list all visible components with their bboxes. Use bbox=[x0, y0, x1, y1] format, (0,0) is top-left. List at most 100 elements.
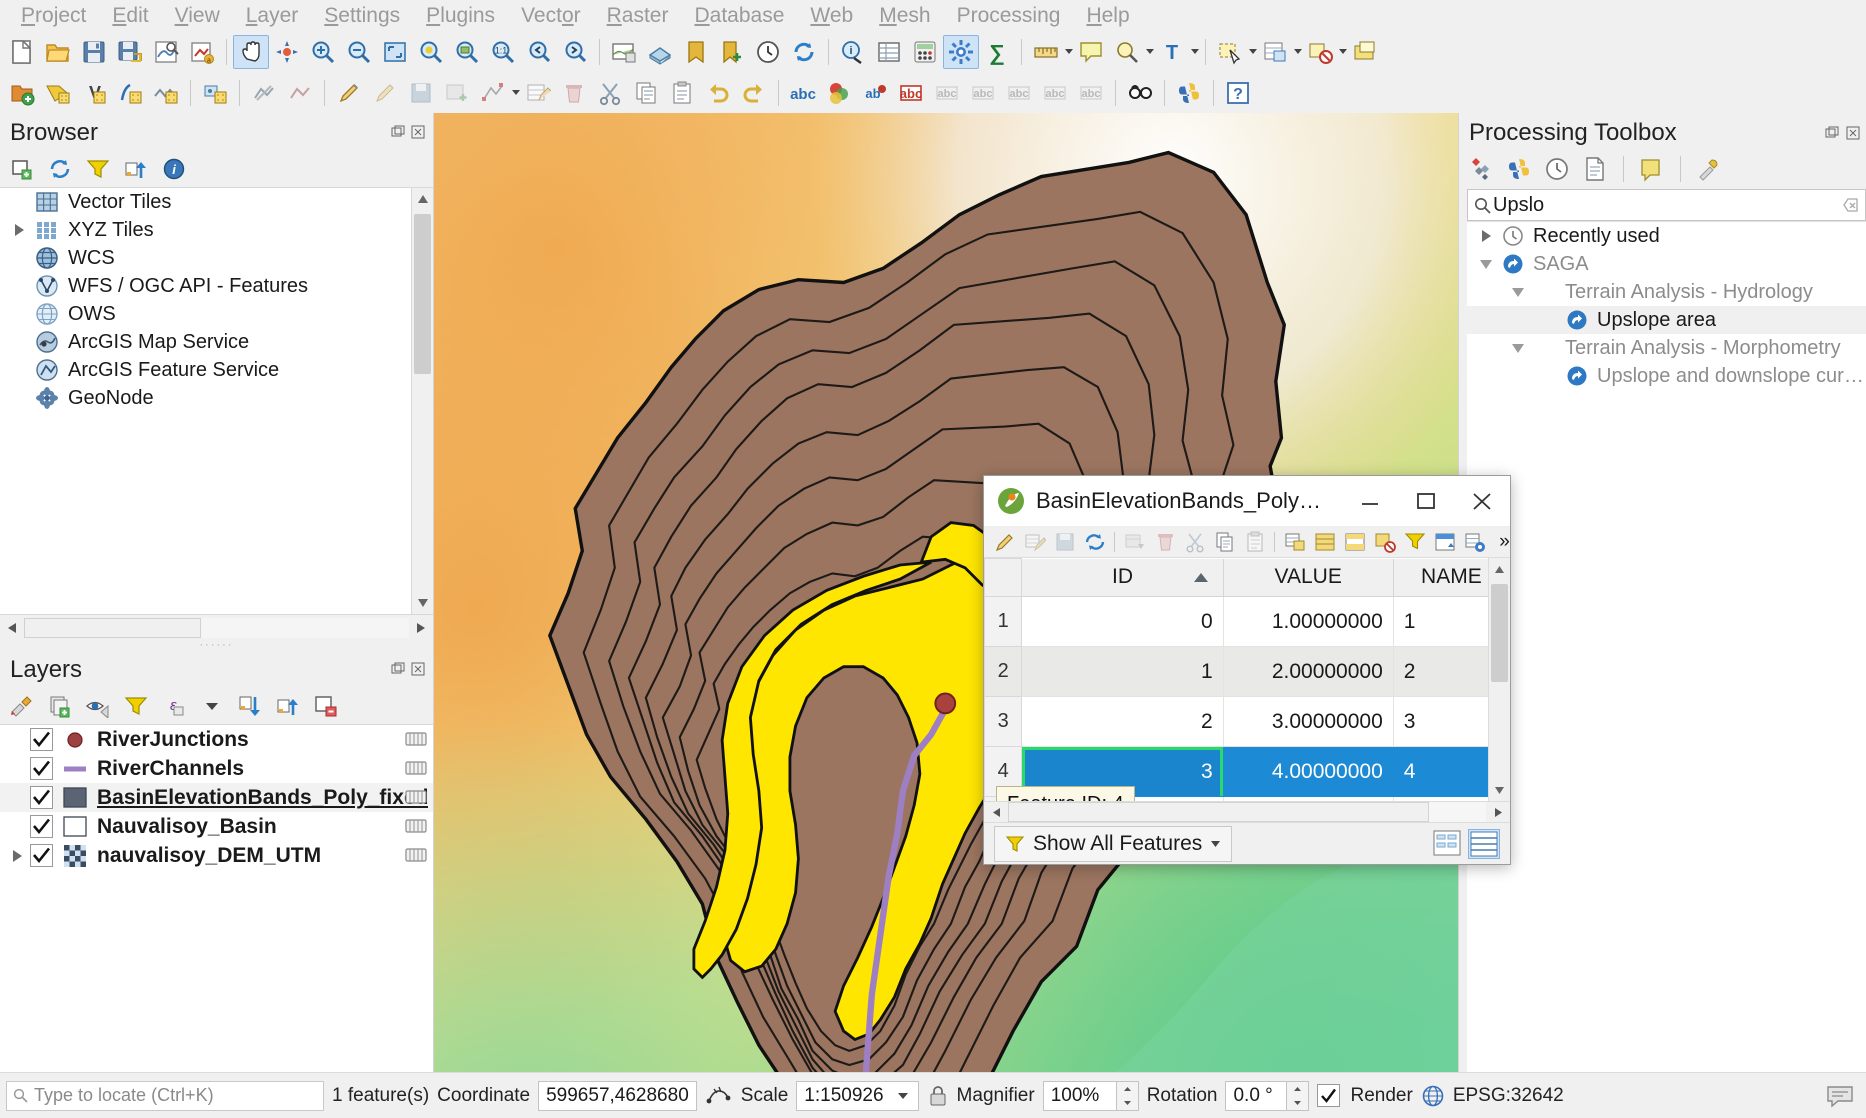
statistical-summary-icon[interactable]: ∑ bbox=[979, 35, 1015, 69]
open-attribute-table-icon[interactable] bbox=[871, 35, 907, 69]
attr-row-number[interactable]: 1 bbox=[984, 596, 1023, 647]
lock-scale-icon[interactable] bbox=[927, 1083, 949, 1109]
layer-expand-arrow-icon[interactable] bbox=[4, 849, 30, 862]
layer-visibility-checkbox[interactable] bbox=[30, 815, 53, 838]
save-layer-edits-icon[interactable] bbox=[367, 76, 403, 110]
help-icon[interactable]: ? bbox=[1220, 76, 1256, 110]
attribute-table-row[interactable]: 3 2 3.00000000 3 bbox=[984, 696, 1510, 747]
attr-cell-id[interactable]: 0 bbox=[1021, 596, 1224, 647]
magnifier-spin-down[interactable] bbox=[1117, 1096, 1138, 1110]
processing-item-terrain-analysis-hydrology[interactable]: Terrain Analysis - Hydrology bbox=[1467, 278, 1866, 306]
filter-icon[interactable] bbox=[1400, 527, 1429, 557]
browser-scroll-thumb[interactable] bbox=[414, 214, 431, 374]
attr-hscroll-track[interactable] bbox=[1008, 802, 1486, 823]
processing-expand-arrow-icon[interactable] bbox=[1505, 287, 1531, 297]
processing-item-recently-used[interactable]: Recently used bbox=[1467, 222, 1866, 250]
browser-hscroll-left-icon[interactable] bbox=[0, 622, 24, 634]
field-calculator-icon[interactable] bbox=[907, 35, 943, 69]
zoom-native-icon[interactable]: 1:1 bbox=[485, 35, 521, 69]
layer-edit-indicator-icon[interactable] bbox=[405, 846, 427, 864]
attribute-table-row[interactable]: 2 1 2.00000000 2 bbox=[984, 646, 1510, 697]
processing-item-terrain-analysis-morphometry[interactable]: Terrain Analysis - Morphometry bbox=[1467, 334, 1866, 362]
layers-float-icon[interactable] bbox=[391, 662, 405, 676]
browser-tree[interactable]: Vector Tiles XYZ Tiles WCS WFS / OGC API - … bbox=[0, 187, 433, 614]
add-postgis-layer-icon[interactable] bbox=[112, 76, 148, 110]
menu-project[interactable]: Project bbox=[8, 1, 99, 31]
zoom-next-icon[interactable] bbox=[557, 35, 593, 69]
layer-visibility-checkbox[interactable] bbox=[30, 844, 53, 867]
dock-splitter[interactable]: ······ bbox=[0, 639, 433, 651]
browser-item-arcgis-feature-service[interactable]: ArcGIS Feature Service bbox=[0, 356, 433, 384]
menu-vector[interactable]: Vector bbox=[508, 1, 594, 31]
new-project-icon[interactable] bbox=[4, 35, 40, 69]
label-diagram-icon[interactable]: abc bbox=[1073, 76, 1109, 110]
remove-layer-icon[interactable] bbox=[312, 692, 340, 720]
layer-item-basinelevationbands-poly-fixed[interactable]: BasinElevationBands_Poly_fixed bbox=[0, 783, 433, 812]
attribute-table[interactable]: ID VALUE NAME 1 0 1.00000000 1 2 1 2.00000000 2 3 2… bbox=[984, 558, 1510, 802]
new-bookmark-icon[interactable] bbox=[714, 35, 750, 69]
browser-hscroll-thumb[interactable] bbox=[24, 617, 202, 638]
attr-hscroll-right-icon[interactable] bbox=[1486, 807, 1510, 818]
filter-legend-icon[interactable] bbox=[122, 692, 150, 720]
processing-toolbox-icon[interactable] bbox=[943, 34, 979, 69]
multi-edit-icon[interactable] bbox=[1020, 527, 1049, 557]
invert-selection-icon[interactable] bbox=[1340, 527, 1369, 557]
select-expr-caret[interactable] bbox=[1294, 49, 1302, 54]
delete-selected-icon[interactable] bbox=[556, 76, 592, 110]
vertex-tool-icon[interactable] bbox=[475, 76, 511, 110]
add-mesh-layer-icon[interactable] bbox=[148, 76, 184, 110]
browser-hscroll-right-icon[interactable] bbox=[409, 622, 433, 634]
zoom-selection-icon[interactable] bbox=[413, 35, 449, 69]
delete-selected-icon[interactable] bbox=[1150, 527, 1179, 557]
add-delimited-text-layer-icon[interactable]: V bbox=[76, 76, 112, 110]
python-scripts-icon[interactable] bbox=[1505, 155, 1533, 183]
browser-float-icon[interactable] bbox=[391, 125, 405, 139]
layer-edit-indicator-icon[interactable] bbox=[405, 788, 427, 806]
menu-layer[interactable]: Layer bbox=[233, 1, 312, 31]
new-3d-map-view-icon[interactable] bbox=[642, 35, 678, 69]
select-value-icon[interactable] bbox=[1347, 35, 1383, 69]
attr-cell-value[interactable]: 3.00000000 bbox=[1222, 696, 1394, 747]
menu-processing[interactable]: Processing bbox=[944, 1, 1074, 31]
zoom-out-icon[interactable] bbox=[341, 35, 377, 69]
add-wms-layer-icon[interactable] bbox=[197, 76, 233, 110]
measure-line-icon[interactable] bbox=[1028, 35, 1064, 69]
identify-features-icon[interactable]: i bbox=[835, 35, 871, 69]
layer-visibility-checkbox[interactable] bbox=[30, 786, 53, 809]
layers-tree[interactable]: RiverJunctions RiverChannels BasinElevatio… bbox=[0, 724, 433, 870]
select-by-area-icon[interactable] bbox=[1212, 35, 1248, 69]
processing-algorithm-tree[interactable]: Recently used SAGA Terrain Analysis - Hydr… bbox=[1467, 221, 1866, 1072]
change-label-icon[interactable]: abc bbox=[1001, 76, 1037, 110]
attr-cell-id[interactable]: 1 bbox=[1021, 646, 1224, 697]
conditional-format-icon[interactable] bbox=[1460, 527, 1489, 557]
browser-close-icon[interactable] bbox=[411, 125, 425, 139]
magnifier-spin-buttons[interactable] bbox=[1116, 1080, 1139, 1111]
add-layer-icon[interactable] bbox=[8, 155, 36, 183]
models-icon[interactable] bbox=[1467, 155, 1495, 183]
attr-column-header-value[interactable]: VALUE bbox=[1222, 558, 1394, 597]
show-labels-icon[interactable]: abc bbox=[785, 76, 821, 110]
processing-search-input[interactable] bbox=[1491, 192, 1843, 218]
processing-expand-arrow-icon[interactable] bbox=[1473, 259, 1499, 269]
attribute-dialog-titlebar[interactable]: BasinElevationBands_Poly… bbox=[984, 476, 1510, 527]
measure-dropdown-caret[interactable] bbox=[1065, 49, 1073, 54]
select-area-caret[interactable] bbox=[1249, 49, 1257, 54]
table-view-icon[interactable] bbox=[1468, 828, 1500, 859]
zoom-in-icon[interactable] bbox=[305, 35, 341, 69]
menu-settings[interactable]: Settings bbox=[311, 1, 413, 31]
attr-row-number[interactable]: 3 bbox=[984, 696, 1023, 747]
render-checkbox[interactable] bbox=[1317, 1084, 1341, 1107]
highlight-labels-icon[interactable]: abc bbox=[893, 76, 929, 110]
paste-features-icon[interactable] bbox=[664, 76, 700, 110]
more-icon[interactable]: » bbox=[1490, 527, 1519, 557]
processing-expand-arrow-icon[interactable] bbox=[1505, 343, 1531, 353]
browser-item-vector-tiles[interactable]: Vector Tiles bbox=[0, 188, 433, 216]
rotation-spin-up[interactable] bbox=[1287, 1082, 1308, 1096]
layer-visibility-checkbox[interactable] bbox=[30, 757, 53, 780]
add-vector-layer-icon[interactable] bbox=[4, 76, 40, 110]
menu-mesh[interactable]: Mesh bbox=[866, 1, 943, 31]
attr-scroll-down-icon[interactable] bbox=[1489, 779, 1510, 801]
pan-map-icon[interactable] bbox=[233, 34, 269, 69]
processing-item-upslope-and-downslope-cur[interactable]: Upslope and downslope cur… bbox=[1467, 362, 1866, 390]
toggle-editing-icon[interactable] bbox=[990, 527, 1019, 557]
